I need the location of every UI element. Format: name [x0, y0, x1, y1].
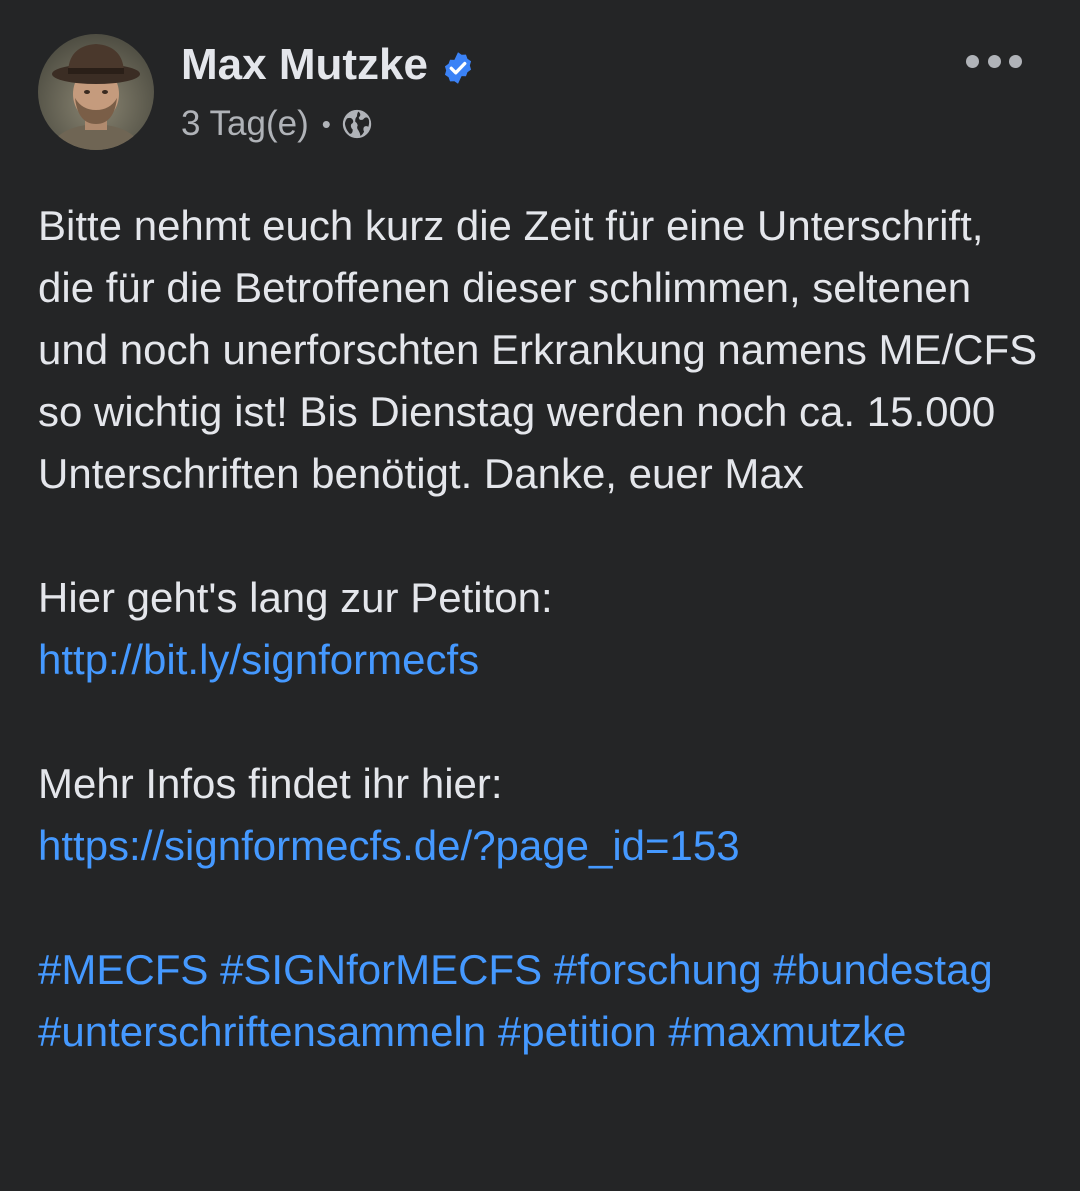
hashtag-link[interactable]: #bundestag — [773, 946, 993, 993]
meta-separator: • — [321, 109, 331, 139]
post-header: Max Mutzke 3 Tag(e) • — [38, 34, 1040, 154]
info-label: Mehr Infos findet ihr hier: — [38, 760, 503, 807]
hashtag-link[interactable]: #unterschriftensammeln — [38, 1008, 486, 1055]
post-time[interactable]: 3 Tag(e) — [181, 104, 309, 144]
post-body: Bitte nehmt euch kurz die Zeit für eine … — [38, 195, 1048, 1063]
hashtag-list: #MECFS #SIGNforMECFS #forschung #bundest… — [38, 939, 1048, 1063]
author-name-text[interactable]: Max Mutzke — [181, 40, 428, 90]
hashtag-link[interactable]: #SIGNforMECFS — [220, 946, 542, 993]
hashtag-link[interactable]: #maxmutzke — [668, 1008, 906, 1055]
hashtag-link[interactable]: #forschung — [554, 946, 762, 993]
post-card: Max Mutzke 3 Tag(e) • Bitte nehmt euch k… — [0, 0, 1080, 1191]
more-options-icon[interactable] — [966, 44, 1022, 78]
post-meta: 3 Tag(e) • — [181, 104, 374, 144]
more-dot — [966, 54, 979, 68]
verified-badge-icon — [440, 47, 476, 84]
author-name[interactable]: Max Mutzke — [181, 40, 476, 90]
post-paragraph: Bitte nehmt euch kurz die Zeit für eine … — [38, 202, 1038, 497]
hashtag-link[interactable]: #petition — [498, 1008, 657, 1055]
hashtag-link[interactable]: #MECFS — [38, 946, 208, 993]
info-link[interactable]: https://signformecfs.de/?page_id=153 — [38, 822, 740, 869]
petition-link[interactable]: http://bit.ly/signformecfs — [38, 636, 479, 683]
avatar[interactable] — [38, 34, 154, 150]
more-dot — [987, 54, 1001, 68]
petition-label: Hier geht's lang zur Petiton: — [38, 574, 553, 621]
globe-icon — [340, 107, 374, 141]
more-dot — [1009, 54, 1022, 68]
